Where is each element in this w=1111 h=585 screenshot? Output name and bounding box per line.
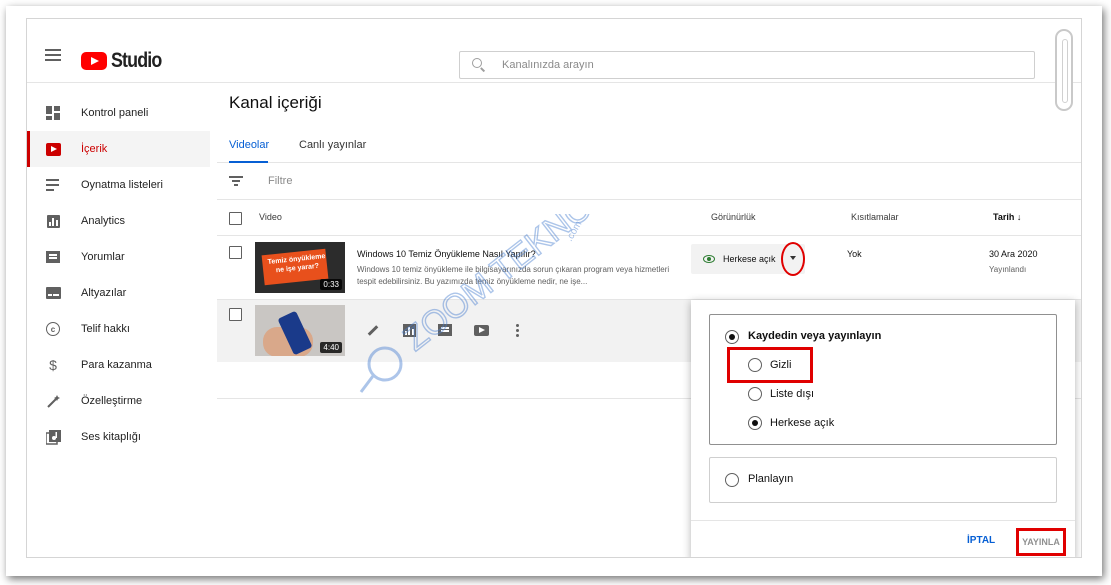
column-visibility: Görünürlük	[711, 212, 756, 222]
scrollbar-handle[interactable]	[1055, 29, 1073, 111]
sidebar-item-label: İçerik	[81, 143, 108, 155]
playlists-icon	[45, 177, 61, 193]
select-all-checkbox[interactable]	[229, 212, 242, 225]
sidebar-item-label: Telif hakkı	[81, 323, 130, 335]
restrictions-value: Yok	[847, 249, 862, 259]
sidebar-item-label: Ses kitaplığı	[81, 431, 141, 443]
tab-videos[interactable]: Videolar	[229, 139, 269, 151]
eye-icon	[703, 255, 715, 263]
youtube-play-icon	[81, 52, 107, 70]
table-row: Temiz önyükleme ne işe yarar? 0:33 Windo…	[217, 236, 1081, 300]
hamburger-menu-icon[interactable]	[45, 49, 61, 61]
private-option-label: Gizli	[770, 359, 792, 371]
publish-button[interactable]: YAYINLA	[1016, 528, 1066, 556]
filter-icon[interactable]	[229, 176, 243, 186]
video-duration: 0:33	[320, 279, 342, 290]
comments-icon	[45, 249, 61, 265]
dashboard-icon	[45, 105, 61, 121]
screenshot-frame: Studio Kanalınızda arayın Kontrol paneli…	[6, 6, 1102, 576]
video-title[interactable]: Windows 10 Temiz Önyükleme Nasıl Yapılır…	[357, 249, 536, 259]
tab-live[interactable]: Canlı yayınlar	[299, 139, 366, 151]
filter-bar[interactable]: Filtre	[217, 163, 1081, 200]
popup-footer: İPTAL YAYINLA	[691, 520, 1075, 557]
analytics-icon	[45, 213, 61, 229]
schedule-group: Planlayın	[709, 457, 1057, 503]
filter-placeholder[interactable]: Filtre	[268, 175, 292, 187]
more-options-icon[interactable]	[499, 320, 535, 340]
sidebar-item-label: Altyazılar	[81, 287, 127, 299]
youtube-studio-logo[interactable]: Studio	[81, 49, 170, 73]
column-date-label: Tarih	[993, 212, 1015, 222]
youtube-view-icon[interactable]	[463, 320, 499, 340]
date-value: 30 Ara 2020	[989, 249, 1038, 259]
edit-pencil-icon[interactable]	[355, 320, 391, 340]
public-option-label: Herkese açık	[770, 417, 835, 429]
video-description: Windows 10 temiz önyükleme ile bilgisaya…	[357, 265, 670, 286]
schedule-label: Planlayın	[748, 473, 794, 485]
video-thumbnail[interactable]: 4:40	[255, 305, 345, 356]
cancel-button[interactable]: İPTAL	[967, 535, 995, 546]
public-radio[interactable]	[748, 416, 762, 430]
sidebar-item-label: Yorumlar	[81, 251, 125, 263]
sidebar-item-playlists[interactable]: Oynatma listeleri	[27, 167, 210, 203]
save-publish-radio[interactable]	[725, 330, 739, 344]
save-publish-group: Kaydedin veya yayınlayın Gizli Liste dış…	[709, 314, 1057, 445]
audio-library-icon	[45, 429, 61, 445]
row-checkbox[interactable]	[229, 246, 242, 259]
column-restrictions: Kısıtlamalar	[851, 212, 899, 222]
top-header: Studio Kanalınızda arayın	[27, 19, 1081, 83]
copyright-icon: c	[45, 321, 61, 337]
private-radio[interactable]	[748, 358, 762, 372]
search-icon	[472, 58, 486, 72]
analytics-icon[interactable]	[391, 320, 427, 340]
magic-wand-icon	[45, 393, 61, 409]
schedule-radio[interactable]	[725, 473, 739, 487]
comments-icon[interactable]	[427, 320, 463, 340]
search-placeholder: Kanalınızda arayın	[502, 59, 594, 71]
sidebar-item-copyright[interactable]: c Telif hakkı	[27, 311, 210, 347]
row-checkbox[interactable]	[229, 308, 242, 321]
sort-arrow-icon: ↓	[1016, 212, 1022, 222]
save-publish-label: Kaydedin veya yayınlayın	[748, 330, 882, 342]
sidebar-item-subtitles[interactable]: Altyazılar	[27, 275, 210, 311]
unlisted-option-label: Liste dışı	[770, 388, 815, 400]
sidebar-item-comments[interactable]: Yorumlar	[27, 239, 210, 275]
content-icon	[45, 141, 61, 157]
column-video: Video	[259, 212, 282, 222]
dropdown-caret-icon[interactable]	[781, 242, 805, 276]
content-tabs: Videolar Canlı yayınlar	[217, 129, 1081, 163]
channel-search-input[interactable]: Kanalınızda arayın	[459, 51, 1035, 79]
logo-text: Studio	[111, 49, 162, 72]
sidebar-item-monetization[interactable]: $ Para kazanma	[27, 347, 210, 383]
visibility-value: Herkese açık	[723, 254, 776, 264]
row-action-bar	[355, 320, 535, 340]
sidebar-item-analytics[interactable]: Analytics	[27, 203, 210, 239]
date-status: Yayınlandı	[989, 265, 1027, 274]
video-duration: 4:40	[320, 342, 342, 353]
subtitles-icon	[45, 285, 61, 301]
unlisted-radio[interactable]	[748, 387, 762, 401]
sidebar-item-label: Analytics	[81, 215, 126, 227]
sidebar-item-label: Özelleştirme	[81, 395, 143, 407]
dollar-icon: $	[49, 357, 57, 373]
sidebar-item-label: Kontrol paneli	[81, 107, 149, 119]
page-title: Kanal içeriği	[229, 93, 322, 112]
table-header: Video Görünürlük Kısıtlamalar Tarih ↓	[217, 200, 1081, 236]
sidebar-item-dashboard[interactable]: Kontrol paneli	[27, 95, 210, 131]
studio-window: Studio Kanalınızda arayın Kontrol paneli…	[26, 18, 1082, 558]
sidebar-item-customization[interactable]: Özelleştirme	[27, 383, 210, 419]
sidebar-item-content[interactable]: İçerik	[27, 131, 210, 167]
sidebar-item-audio-library[interactable]: Ses kitaplığı	[27, 419, 210, 455]
column-date[interactable]: Tarih ↓	[993, 212, 1021, 222]
sidebar-item-label: Oynatma listeleri	[81, 179, 163, 191]
sidebar-item-label: Para kazanma	[81, 359, 152, 371]
sidebar: Kontrol paneli İçerik Oynatma listeleri …	[27, 83, 210, 557]
video-thumbnail[interactable]: Temiz önyükleme ne işe yarar? 0:33	[255, 242, 345, 293]
visibility-popup: Kaydedin veya yayınlayın Gizli Liste dış…	[691, 300, 1075, 557]
